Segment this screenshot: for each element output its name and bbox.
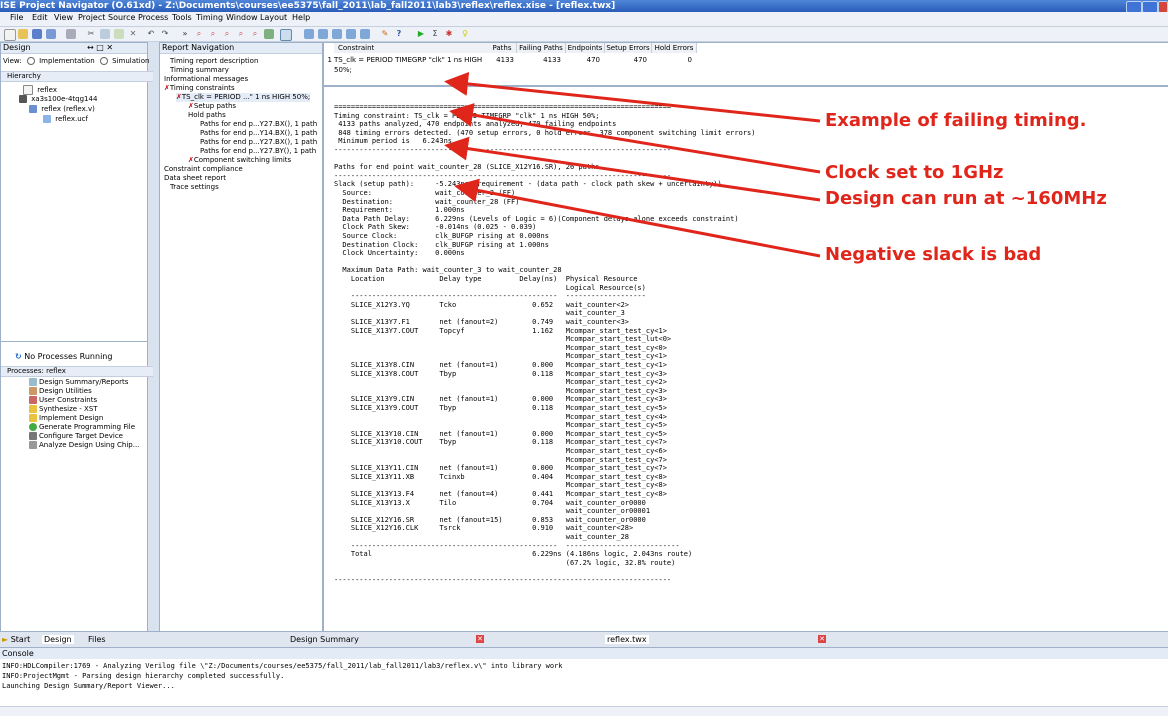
arrow-to-min-period xyxy=(444,136,821,202)
tab-label: Design xyxy=(44,635,72,644)
annotation-arrows xyxy=(444,71,821,258)
tab-label: reflex.twx xyxy=(607,635,647,644)
tab-label: Start xyxy=(10,635,31,644)
close-tab-icon[interactable]: ✕ xyxy=(818,635,826,643)
console-header: Console xyxy=(0,648,1168,659)
tab-label: Design Summary xyxy=(290,635,359,644)
tab-files[interactable]: Files xyxy=(88,635,106,644)
start-icon: ► xyxy=(2,635,9,644)
tab-reflex-twx[interactable]: reflex.twx xyxy=(605,635,649,644)
tab-label: Files xyxy=(88,635,106,644)
tab-design-summary[interactable]: Design Summary xyxy=(290,635,359,644)
console-title: Console xyxy=(2,649,34,658)
arrow-to-slack xyxy=(454,178,821,258)
close-tab-icon[interactable]: ✕ xyxy=(476,635,484,643)
tab-start[interactable]: ► Start xyxy=(2,635,30,644)
console-line: INFO:HDLCompiler:1769 - Analyzing Verilo… xyxy=(2,662,563,670)
arrow-to-constraint xyxy=(449,103,821,174)
bottom-tab-bar: ► Start Design Files Design Summary refl… xyxy=(0,631,1168,647)
console-line: Launching Design Summary/Report Viewer..… xyxy=(2,682,175,690)
tab-design[interactable]: Design xyxy=(42,635,74,644)
arrow-to-table xyxy=(444,71,821,123)
console-line: INFO:ProjectMgmt - Parsing design hierar… xyxy=(2,672,285,680)
console-panel: Console INFO:HDLCompiler:1769 - Analyzin… xyxy=(0,647,1168,716)
